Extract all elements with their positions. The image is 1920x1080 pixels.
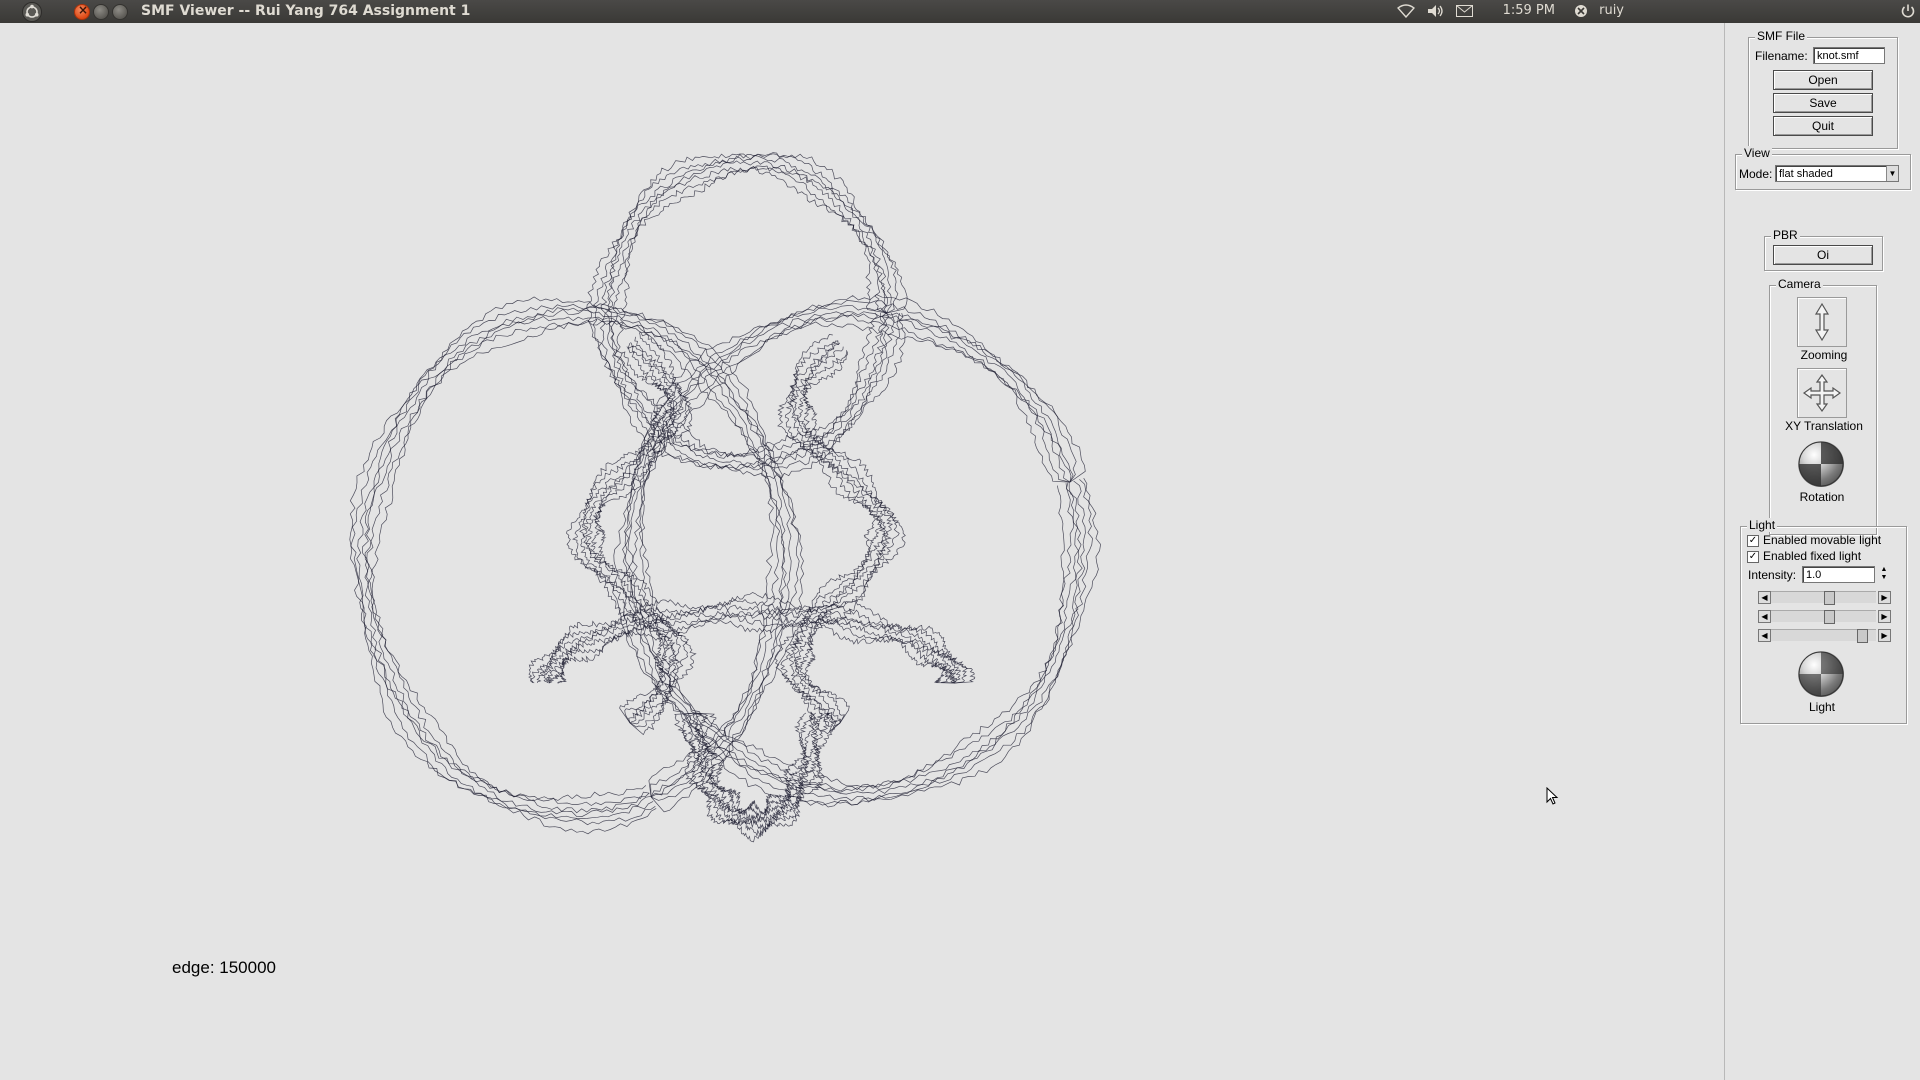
group-title: View — [1742, 146, 1772, 160]
knot-tube-strand — [528, 592, 976, 684]
slider-track[interactable] — [1771, 591, 1876, 605]
group-title: PBR — [1771, 228, 1800, 242]
slider-right-arrow-icon[interactable]: ▶ — [1878, 591, 1891, 604]
fixed-light-label: Enabled fixed light — [1763, 549, 1862, 563]
light-direction-ball[interactable] — [1798, 651, 1844, 697]
window-maximize-button[interactable] — [112, 4, 128, 20]
slider-left-arrow-icon[interactable]: ◀ — [1758, 610, 1771, 623]
light-sphere-icon — [1798, 651, 1844, 697]
window-close-button[interactable]: × — [74, 3, 90, 20]
mail-icon[interactable] — [1456, 5, 1473, 17]
slider-thumb[interactable] — [1857, 629, 1868, 643]
top-panel: × SMF Viewer -- Rui Yang 764 Assignment … — [0, 0, 1920, 23]
movable-light-label: Enabled movable light — [1763, 533, 1882, 547]
rotation-label: Rotation — [1799, 490, 1845, 504]
filename-label: Filename: — [1755, 49, 1808, 63]
slider-thumb[interactable] — [1824, 610, 1835, 624]
control-panel: SMF File Filename: knot.smf Open Save Qu… — [1724, 23, 1920, 1080]
ubuntu-logo-icon[interactable] — [22, 2, 42, 22]
knot-tube-strand — [349, 296, 805, 835]
mode-label: Mode: — [1739, 167, 1773, 181]
slider-track[interactable] — [1771, 610, 1876, 624]
save-button[interactable]: Save — [1773, 93, 1873, 113]
slider-thumb[interactable] — [1824, 591, 1835, 605]
rotation-sphere-icon — [1798, 441, 1844, 487]
user-name[interactable]: ruiy — [1599, 3, 1624, 18]
zoom-control[interactable] — [1797, 297, 1847, 347]
filename-field[interactable]: knot.smf — [1813, 47, 1885, 64]
window-minimize-button[interactable] — [93, 4, 109, 20]
quit-button[interactable]: Quit — [1773, 116, 1873, 136]
group-title: SMF File — [1755, 29, 1807, 43]
slider-left-arrow-icon[interactable]: ◀ — [1758, 629, 1771, 642]
open-button[interactable]: Open — [1773, 70, 1873, 90]
mode-value: flat shaded — [1779, 168, 1833, 180]
clock[interactable]: 1:59 PM — [1503, 3, 1555, 18]
power-icon[interactable] — [1900, 3, 1916, 19]
knot-tube-strand — [674, 712, 836, 843]
xy-translation-control[interactable] — [1797, 368, 1847, 418]
intensity-spinner[interactable]: ▲ ▼ — [1879, 566, 1889, 583]
knot-mesh-render — [349, 152, 1101, 843]
mode-dropdown[interactable]: flat shaded ▼ — [1775, 165, 1899, 182]
slider-track[interactable] — [1771, 629, 1876, 643]
pbr-button[interactable]: Oi — [1773, 245, 1873, 265]
slider-right-arrow-icon[interactable]: ▶ — [1878, 629, 1891, 642]
knot-tube-strand — [566, 331, 697, 736]
mouse-cursor-icon — [1546, 787, 1559, 805]
close-icon: × — [78, 3, 89, 17]
fixed-light-checkbox[interactable]: ✓ — [1747, 551, 1759, 563]
movable-light-checkbox[interactable]: ✓ — [1747, 535, 1759, 547]
light-slider-1[interactable]: ◀ ▶ — [1758, 591, 1891, 605]
light-label: Light — [1808, 700, 1836, 714]
volume-icon[interactable] — [1427, 4, 1445, 18]
window-title: SMF Viewer -- Rui Yang 764 Assignment 1 — [141, 3, 471, 19]
group-title: Camera — [1776, 277, 1823, 291]
user-icon[interactable] — [1574, 4, 1588, 18]
slider-left-arrow-icon[interactable]: ◀ — [1758, 591, 1771, 604]
chevron-down-icon[interactable]: ▼ — [1886, 166, 1898, 181]
intensity-label: Intensity: — [1748, 568, 1797, 582]
slider-right-arrow-icon[interactable]: ▶ — [1878, 610, 1891, 623]
intensity-field[interactable]: 1.0 — [1802, 566, 1875, 583]
edge-count-label: edge: 150000 — [172, 958, 276, 977]
rotation-ball[interactable] — [1798, 441, 1844, 487]
group-title: Light — [1747, 518, 1778, 532]
wifi-icon[interactable] — [1397, 4, 1415, 18]
gl-viewport[interactable]: edge: 150000 — [0, 23, 1724, 1080]
zooming-label: Zooming — [1800, 348, 1848, 362]
light-slider-3[interactable]: ◀ ▶ — [1758, 629, 1891, 643]
light-slider-2[interactable]: ◀ ▶ — [1758, 610, 1891, 624]
move-arrows-icon — [1802, 373, 1842, 413]
knot-tube-strand — [774, 334, 906, 735]
zoom-arrows-icon — [1814, 302, 1830, 342]
xy-translation-label: XY Translation — [1785, 419, 1863, 433]
